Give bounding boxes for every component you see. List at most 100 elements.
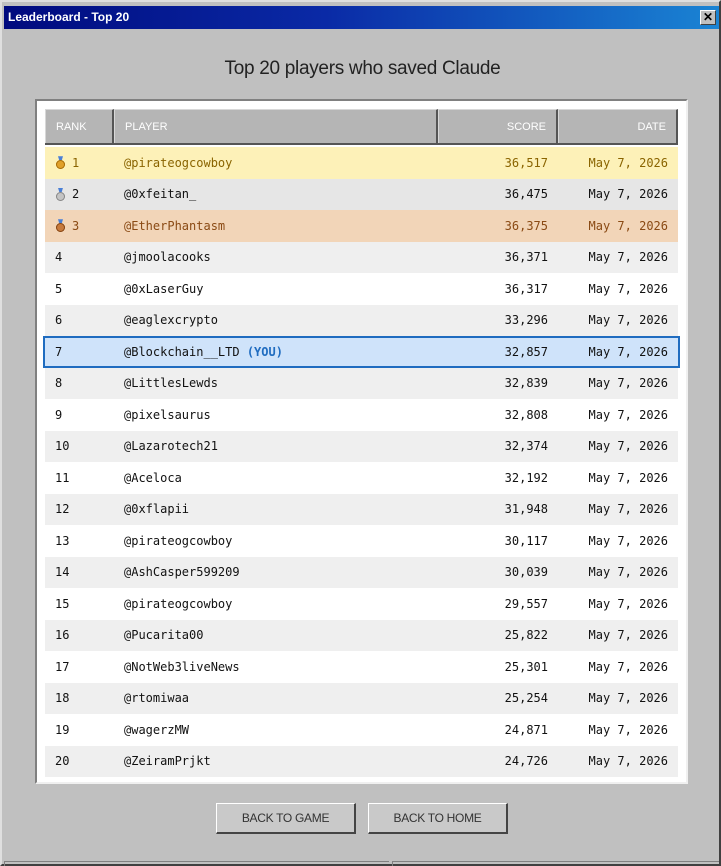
table-row: 2 @0xfeitan_ 36,475 May 7, 2026 (45, 178, 678, 210)
score-cell: 36,371 (504, 250, 548, 265)
player-cell: @LittlesLewds (114, 376, 438, 390)
rank-cell: 18 (45, 691, 114, 705)
date-cell: May 7, 2026 (588, 533, 668, 548)
rank-number: 12 (55, 502, 70, 517)
rank-cell: 7 (45, 345, 114, 359)
score-cell: 36,375 (504, 218, 548, 233)
back-to-game-button[interactable]: BACK TO GAME (216, 803, 356, 834)
close-button[interactable]: ✕ (700, 10, 716, 25)
score-cell: 33,296 (504, 313, 548, 328)
rank-number: 19 (55, 722, 70, 737)
score-cell: 25,254 (504, 691, 548, 706)
date-cell: May 7, 2026 (588, 628, 668, 643)
player-cell: @wagerzMW (114, 723, 438, 737)
rank-cell: 15 (45, 597, 114, 611)
rank-cell: 9 (45, 408, 114, 422)
rank-cell: 12 (45, 502, 114, 516)
date-cell: May 7, 2026 (588, 250, 668, 265)
title-bar[interactable]: Leaderboard - Top 20 ✕ (4, 6, 719, 29)
rank-cell: 3 (45, 219, 114, 233)
table-row: 15 @pirateogcowboy 29,557 May 7, 2026 (45, 588, 678, 620)
player-name: @pirateogcowboy (124, 596, 233, 611)
status-segment (392, 861, 719, 866)
table-row-you: 7 @Blockchain__LTD (YOU) 32,857 May 7, 2026 (43, 336, 680, 368)
player-name: @0xLaserGuy (124, 281, 204, 296)
status-segment (4, 861, 389, 866)
player-name: @rtomiwaa (124, 691, 190, 706)
score-cell: 24,726 (504, 754, 548, 769)
table-row: 13 @pirateogcowboy 30,117 May 7, 2026 (45, 525, 678, 557)
table-row: 8 @LittlesLewds 32,839 May 7, 2026 (45, 367, 678, 399)
score-cell: 32,857 (504, 344, 548, 359)
rank-cell: 8 (45, 376, 114, 390)
table-row: 6 @eaglexcrypto 33,296 May 7, 2026 (45, 304, 678, 336)
date-cell: May 7, 2026 (588, 376, 668, 391)
player-cell: @Lazarotech21 (114, 439, 438, 453)
page-title: Top 20 players who saved Claude (224, 58, 501, 79)
player-name: @Blockchain__LTD (124, 344, 240, 359)
date-cell: May 7, 2026 (588, 281, 668, 296)
date-cell: May 7, 2026 (588, 659, 668, 674)
score-cell: 25,822 (504, 628, 548, 643)
rank-number: 2 (72, 187, 80, 202)
player-cell: @AshCasper599209 (114, 565, 438, 579)
player-cell: @0xLaserGuy (114, 282, 438, 296)
table-row: 16 @Pucarita00 25,822 May 7, 2026 (45, 619, 678, 651)
back-to-home-button[interactable]: BACK TO HOME (368, 803, 508, 834)
player-name: @LittlesLewds (124, 376, 218, 391)
player-name: @EtherPhantasm (124, 218, 226, 233)
rank-cell: 5 (45, 282, 114, 296)
table-row: 3 @EtherPhantasm 36,375 May 7, 2026 (45, 210, 678, 242)
you-badge: (YOU) (246, 344, 283, 359)
table-row: 10 @Lazarotech21 32,374 May 7, 2026 (45, 430, 678, 462)
rank-number: 3 (72, 218, 80, 233)
player-cell: @0xfeitan_ (114, 187, 438, 201)
player-cell: @pixelsaurus (114, 408, 438, 422)
score-cell: 24,871 (504, 722, 548, 737)
score-cell: 29,557 (504, 596, 548, 611)
date-cell: May 7, 2026 (588, 344, 668, 359)
leaderboard-panel: RANK PLAYER SCORE DATE 1 @pirateogcowboy 3… (35, 99, 688, 784)
rank-cell: 4 (45, 250, 114, 264)
rank-cell: 19 (45, 723, 114, 737)
score-cell: 32,839 (504, 376, 548, 391)
table-body: 1 @pirateogcowboy 36,517 May 7, 2026 2 @0xfei… (43, 147, 680, 777)
rank-cell: 10 (45, 439, 114, 453)
rank-number: 4 (55, 250, 63, 265)
table-row: 19 @wagerzMW 24,871 May 7, 2026 (45, 714, 678, 746)
player-cell: @0xflapii (114, 502, 438, 516)
score-cell: 25,301 (504, 659, 548, 674)
bronze-medal-icon (55, 219, 66, 233)
rank-number: 8 (55, 376, 63, 391)
leaderboard-window: Leaderboard - Top 20 ✕ Top 20 players wh… (0, 0, 721, 866)
gold-medal-icon (55, 156, 66, 170)
table-row: 18 @rtomiwaa 25,254 May 7, 2026 (45, 682, 678, 714)
player-name: @pixelsaurus (124, 407, 211, 422)
date-cell: May 7, 2026 (588, 722, 668, 737)
player-cell: @EtherPhantasm (114, 219, 438, 233)
rank-number: 17 (55, 659, 70, 674)
player-name: @NotWeb3liveNews (124, 659, 240, 674)
rank-number: 6 (55, 313, 63, 328)
player-name: @wagerzMW (124, 722, 190, 737)
date-cell: May 7, 2026 (588, 502, 668, 517)
date-cell: May 7, 2026 (588, 565, 668, 580)
player-name: @Aceloca (124, 470, 182, 485)
score-cell: 31,948 (504, 502, 548, 517)
date-cell: May 7, 2026 (588, 470, 668, 485)
column-header-score: SCORE (438, 109, 558, 143)
status-bar (4, 861, 719, 866)
table-row: 12 @0xflapii 31,948 May 7, 2026 (45, 493, 678, 525)
table-row: 11 @Aceloca 32,192 May 7, 2026 (45, 462, 678, 494)
player-name: @pirateogcowboy (124, 533, 233, 548)
date-cell: May 7, 2026 (588, 439, 668, 454)
score-cell: 32,192 (504, 470, 548, 485)
score-cell: 36,317 (504, 281, 548, 296)
rank-number: 1 (72, 155, 80, 170)
rank-cell: 11 (45, 471, 114, 485)
table-row: 4 @jmoolacooks 36,371 May 7, 2026 (45, 241, 678, 273)
date-cell: May 7, 2026 (588, 754, 668, 769)
rank-cell: 6 (45, 313, 114, 327)
player-cell: @ZeiramPrjkt (114, 754, 438, 768)
player-cell: @Blockchain__LTD (YOU) (114, 345, 438, 359)
